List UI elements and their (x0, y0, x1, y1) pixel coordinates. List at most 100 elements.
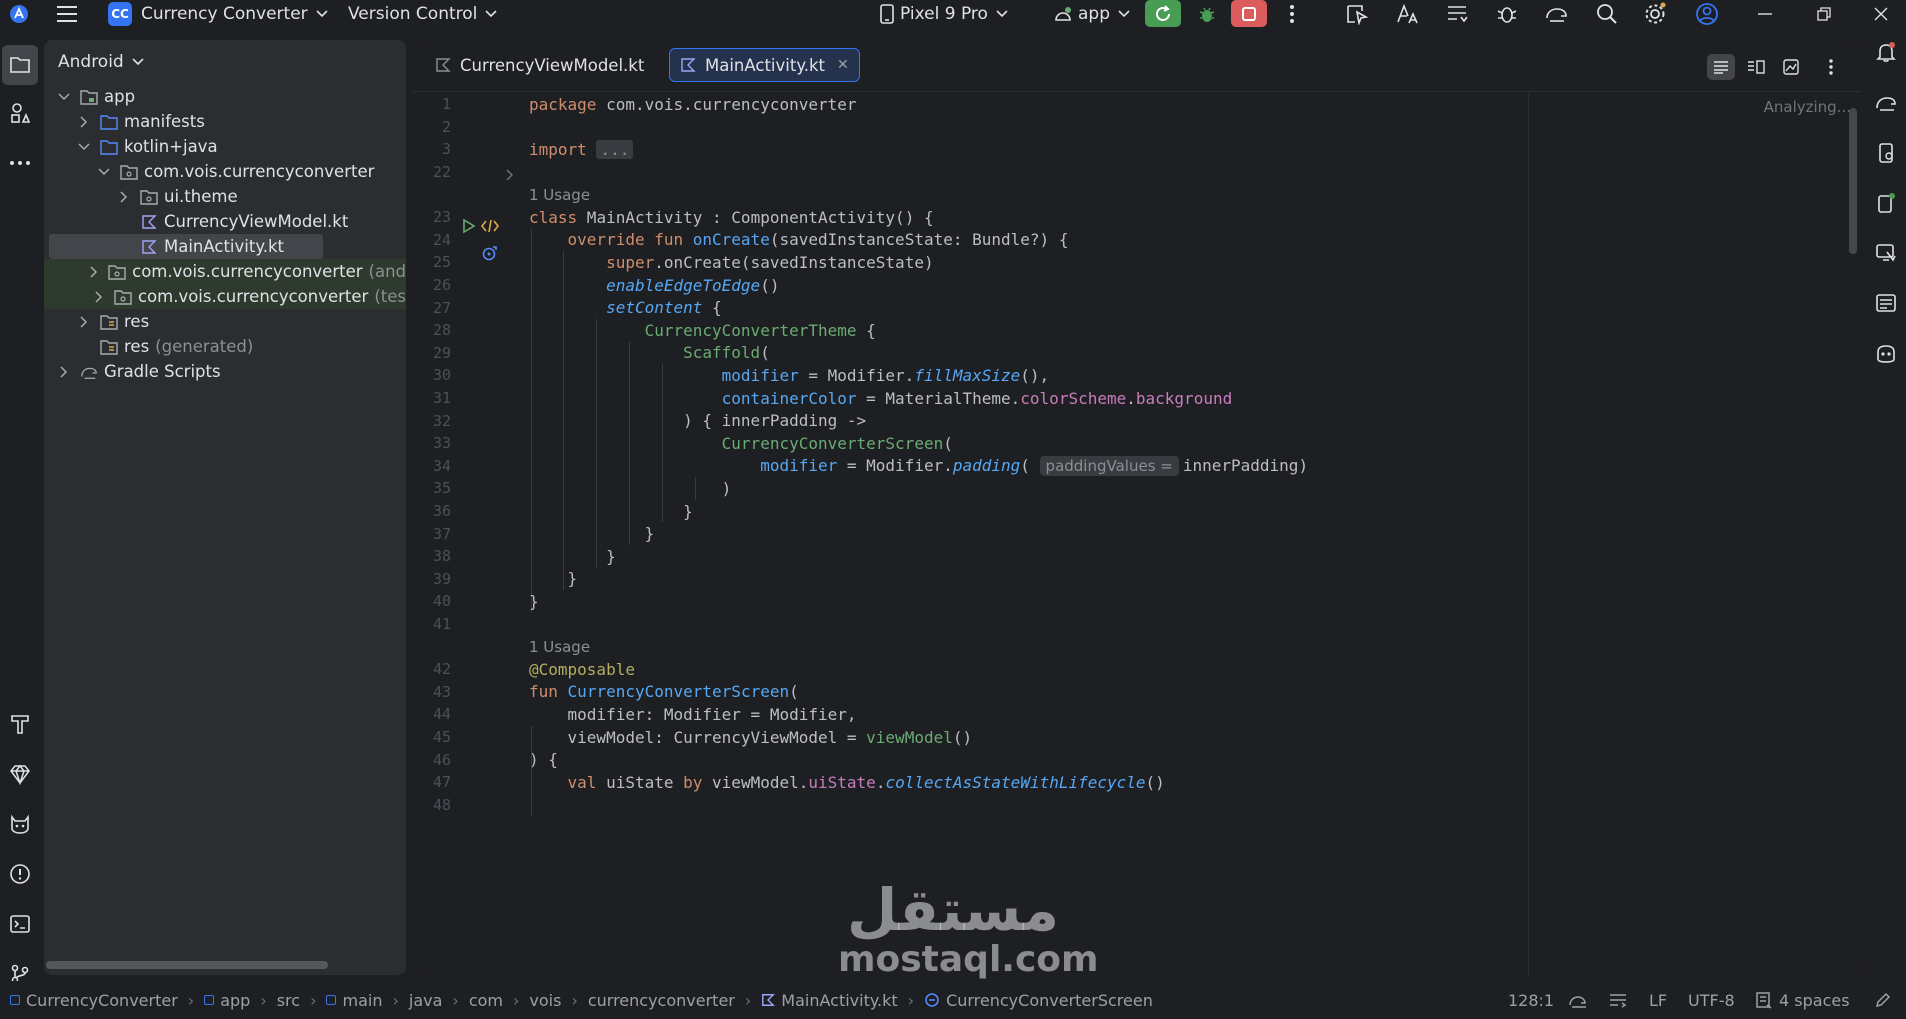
tree-item[interactable]: kotlin+java (44, 134, 406, 159)
breadcrumb-separator: › (452, 990, 459, 1010)
tree-item[interactable]: Gradle Scripts (44, 359, 406, 384)
chevron-right-icon[interactable] (76, 314, 92, 330)
version-control-menu[interactable]: Version Control (348, 0, 497, 27)
search-icon[interactable] (1590, 0, 1624, 27)
main-menu-icon[interactable] (50, 0, 84, 27)
tree-item[interactable]: manifests (44, 109, 406, 134)
chevron-right-icon[interactable] (87, 264, 100, 280)
tab-currency-view-model[interactable]: CurrencyViewModel.kt (425, 48, 654, 82)
translate-icon[interactable] (1390, 0, 1424, 27)
account-avatar-icon[interactable] (1690, 0, 1724, 27)
gemini-assistant-icon[interactable] (1866, 333, 1906, 373)
gradle-elephant-icon[interactable] (1866, 82, 1906, 122)
format-icon[interactable] (1608, 981, 1628, 1019)
device-file-explorer-icon[interactable] (1866, 133, 1906, 173)
read-only-toggle-icon[interactable] (1874, 981, 1892, 1019)
breadcrumb-item[interactable]: app (204, 991, 250, 1010)
split-view-icon[interactable] (1742, 54, 1770, 80)
problems-warning-icon[interactable] (0, 854, 40, 894)
attach-debugger-icon[interactable] (1490, 0, 1524, 27)
tree-item[interactable]: com.vois.currencyconverter (tes (44, 284, 406, 309)
breadcrumb-item[interactable]: main (326, 991, 382, 1010)
chevron-right-icon[interactable] (76, 114, 92, 130)
sync-list-icon[interactable] (1440, 0, 1474, 27)
package-icon (120, 163, 138, 181)
more-vertical-icon[interactable] (1275, 0, 1309, 27)
device-mirroring-icon[interactable] (1866, 233, 1906, 273)
line-ending[interactable]: LF (1649, 981, 1667, 1019)
run-config-name: app (1078, 3, 1110, 24)
gradle-icon (80, 363, 98, 381)
notifications-bell-icon[interactable] (1866, 32, 1906, 72)
chevron-right-icon[interactable] (91, 289, 106, 305)
chevron-down-icon[interactable] (96, 164, 112, 180)
device-selector[interactable]: Pixel 9 Pro (880, 0, 1008, 27)
debug-bug-icon[interactable] (1190, 0, 1224, 27)
line-number: 37 (432, 524, 451, 543)
tree-item[interactable]: com.vois.currencyconverter (44, 159, 406, 184)
breadcrumb-item[interactable]: currencyconverter (588, 991, 735, 1010)
chevron-down-icon[interactable] (76, 139, 92, 155)
chevron-right-icon[interactable] (116, 189, 132, 205)
gradle-sync-icon[interactable] (1540, 0, 1574, 27)
gemini-diamond-icon[interactable] (0, 754, 40, 794)
project-view-selector[interactable]: Android (58, 52, 144, 72)
build-hammer-icon[interactable] (0, 704, 40, 744)
code-area[interactable]: 1 package com.vois.currencyconverter 2 3 imp… (413, 93, 1861, 975)
restore-window-icon[interactable] (1807, 0, 1841, 27)
resource-manager-icon[interactable] (0, 93, 40, 133)
caret-position[interactable]: 128:1 (1508, 981, 1554, 1019)
running-devices-icon[interactable] (1866, 183, 1906, 223)
usage-hint-label[interactable]: 1 Usage (529, 638, 590, 656)
device-manager-icon[interactable] (1340, 0, 1374, 27)
background-tasks-icon[interactable] (1568, 981, 1588, 1019)
project-folder-icon[interactable] (2, 45, 38, 85)
tree-item[interactable]: res (44, 309, 406, 334)
close-tab-icon[interactable]: ✕ (837, 57, 849, 73)
android-studio-logo-icon[interactable] (2, 0, 36, 27)
logcat-icon[interactable] (0, 804, 40, 844)
breadcrumb-item[interactable]: vois (529, 991, 561, 1010)
usage-hint[interactable]: 1 Usage (413, 183, 1861, 206)
tree-item[interactable]: res (generated) (44, 334, 406, 359)
chevron-right-icon[interactable] (56, 364, 72, 380)
breadcrumb-item[interactable]: MainActivity.kt (761, 991, 898, 1010)
tree-item[interactable]: CurrencyViewModel.kt (44, 209, 406, 234)
breadcrumb-item[interactable]: CurrencyConverterScreen (924, 991, 1153, 1010)
project-horizontal-scrollbar[interactable] (46, 961, 328, 969)
tree-item[interactable]: app (44, 84, 406, 109)
composable-function-icon (924, 992, 940, 1008)
tree-item[interactable]: MainActivity.kt (49, 234, 323, 259)
design-view-icon[interactable] (1777, 54, 1805, 80)
close-window-icon[interactable] (1864, 0, 1898, 27)
file-encoding[interactable]: UTF-8 (1688, 981, 1735, 1019)
tab-main-activity[interactable]: MainActivity.kt ✕ (669, 48, 860, 82)
usage-hint-label[interactable]: 1 Usage (529, 186, 590, 204)
stop-button[interactable] (1231, 0, 1267, 27)
breadcrumb-item[interactable]: com (469, 991, 503, 1010)
apply-changes-button[interactable] (1145, 0, 1181, 27)
layout-inspector-icon[interactable] (1866, 283, 1906, 323)
breadcrumb-item[interactable]: CurrencyConverter (10, 991, 178, 1010)
usage-hint[interactable]: 1 Usage (413, 635, 1861, 658)
device-name: Pixel 9 Pro (900, 3, 988, 24)
tree-item[interactable]: com.vois.currencyconverter (and (44, 259, 406, 284)
tree-item[interactable]: ui.theme (44, 184, 406, 209)
settings-gear-icon[interactable] (1638, 0, 1672, 27)
project-selector[interactable]: CC Currency Converter (108, 0, 328, 27)
minimize-window-icon[interactable] (1748, 0, 1782, 27)
tree-item-label: MainActivity.kt (164, 237, 285, 256)
code-line: 38 } (413, 545, 1861, 568)
breadcrumb-item[interactable]: src (277, 991, 300, 1010)
more-tools-icon[interactable] (0, 143, 40, 183)
chevron-down-icon[interactable] (56, 89, 72, 105)
editor-more-icon[interactable] (1817, 54, 1845, 80)
run-config-selector[interactable]: app (1054, 0, 1130, 27)
breadcrumb-item[interactable]: java (409, 991, 443, 1010)
code-view-icon[interactable] (1707, 54, 1735, 80)
breadcrumb-separator: › (744, 990, 752, 1010)
terminal-icon[interactable] (0, 904, 40, 944)
code-text: override fun onCreate(savedInstanceState… (567, 230, 1069, 250)
indent-settings[interactable]: 4 spaces (1755, 981, 1850, 1019)
